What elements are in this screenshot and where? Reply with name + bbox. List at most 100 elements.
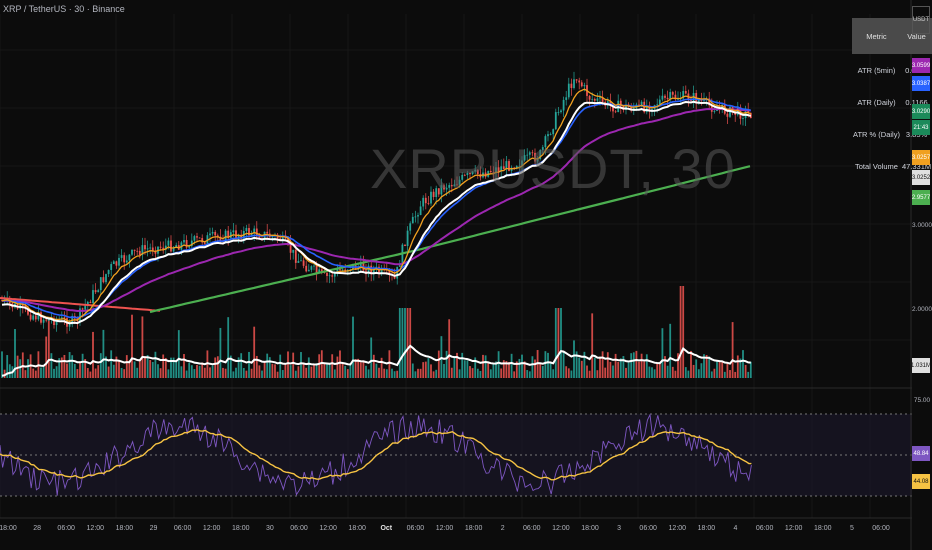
volume-bar <box>744 364 747 378</box>
volume-bar <box>742 350 744 378</box>
volume-bar <box>276 371 279 378</box>
candle <box>81 308 84 310</box>
volume-bar <box>500 368 503 378</box>
candle <box>411 216 414 224</box>
volume-bar <box>573 340 575 378</box>
volume-bar <box>391 368 393 378</box>
volume-bar <box>157 364 159 378</box>
candle <box>97 290 100 293</box>
candle <box>339 269 341 271</box>
volume-bar <box>726 363 729 378</box>
time-label: 2 <box>500 525 505 532</box>
volume-bar <box>718 361 721 378</box>
volume-bar <box>73 363 76 378</box>
volume-bar <box>198 365 201 378</box>
time-label: 30 <box>265 525 274 532</box>
stats-header-metric: Metric <box>852 18 901 54</box>
price-badge-ema-slow: 3.0599 <box>912 58 930 73</box>
volume-bar <box>393 371 396 378</box>
volume-bar <box>482 354 484 378</box>
candle <box>656 104 659 106</box>
time-label: 06:00 <box>523 525 541 532</box>
volume-bar <box>510 353 513 378</box>
volume-bar <box>261 370 263 378</box>
volume-bar <box>45 336 48 378</box>
osc-tick: 75.00 <box>913 397 931 404</box>
volume-bar <box>419 368 422 378</box>
time-label: 18:00 <box>464 525 483 532</box>
volume-bar <box>125 355 128 378</box>
volume-bar <box>1 351 3 378</box>
candle <box>614 111 617 113</box>
volume-bar <box>591 313 594 378</box>
volume-bar <box>469 366 471 378</box>
volume-bar <box>534 359 536 378</box>
volume-bar <box>388 350 391 378</box>
stats-metric: Total Volume <box>855 161 898 171</box>
candle <box>123 255 126 263</box>
volume-bar <box>55 366 58 378</box>
volume-bar <box>445 350 448 378</box>
volume-bar <box>721 360 724 378</box>
candle <box>266 231 269 234</box>
volume-bar <box>411 363 414 378</box>
candle <box>120 255 123 258</box>
candle <box>331 275 334 277</box>
volume-bar <box>47 318 50 378</box>
volume-bar <box>305 367 308 378</box>
volume-bar <box>723 371 726 378</box>
volume-bar <box>458 369 461 378</box>
symbol-watermark: XRPUSDT, 30 <box>370 137 736 200</box>
candle <box>34 315 37 320</box>
volume-bar <box>526 370 529 378</box>
candle <box>292 249 295 253</box>
volume-bar <box>521 354 523 378</box>
volume-bar <box>123 369 126 378</box>
volume-bar <box>606 352 609 378</box>
volume-bar <box>653 369 656 378</box>
volume-bar <box>271 363 274 378</box>
volume-bar <box>638 361 640 378</box>
volume-bar <box>154 351 157 378</box>
time-label: 29 <box>149 525 158 532</box>
volume-bar <box>666 365 669 378</box>
volume-bar <box>63 354 66 378</box>
volume-bar <box>201 362 204 378</box>
volume-bar <box>300 352 302 378</box>
volume-bar <box>385 369 388 378</box>
volume-bar <box>671 366 674 378</box>
volume-bar <box>736 355 739 378</box>
volume-bar <box>471 368 474 378</box>
volume-bar <box>328 364 331 378</box>
volume-bar <box>562 351 565 378</box>
volume-bar <box>489 369 492 378</box>
volume-bar <box>427 358 430 378</box>
candle <box>32 315 35 320</box>
volume-bar <box>188 362 191 378</box>
candle <box>118 257 120 266</box>
volume-bar <box>593 357 596 378</box>
candle <box>565 97 568 100</box>
time-label: 12:00 <box>784 525 803 532</box>
volume-bar <box>443 364 445 378</box>
time-label: 18:00 <box>0 525 17 532</box>
candle <box>45 319 48 321</box>
time-label: 18:00 <box>115 525 134 532</box>
volume-bar <box>378 367 380 378</box>
volume-bar <box>71 355 74 378</box>
chart-canvas[interactable] <box>0 0 932 550</box>
candle <box>554 112 557 130</box>
volume-bar <box>396 370 399 378</box>
volume-bar <box>380 357 383 378</box>
volume-bar <box>643 361 646 378</box>
volume-bar <box>68 352 71 378</box>
candle <box>310 266 313 270</box>
candle <box>63 317 66 319</box>
currency-label[interactable]: USDT <box>912 6 930 34</box>
volume-bar <box>604 367 607 378</box>
candle <box>110 264 113 271</box>
volume-bar <box>710 371 713 378</box>
volume-bar <box>94 368 97 378</box>
volume-bar <box>539 362 542 378</box>
candle <box>89 301 92 303</box>
